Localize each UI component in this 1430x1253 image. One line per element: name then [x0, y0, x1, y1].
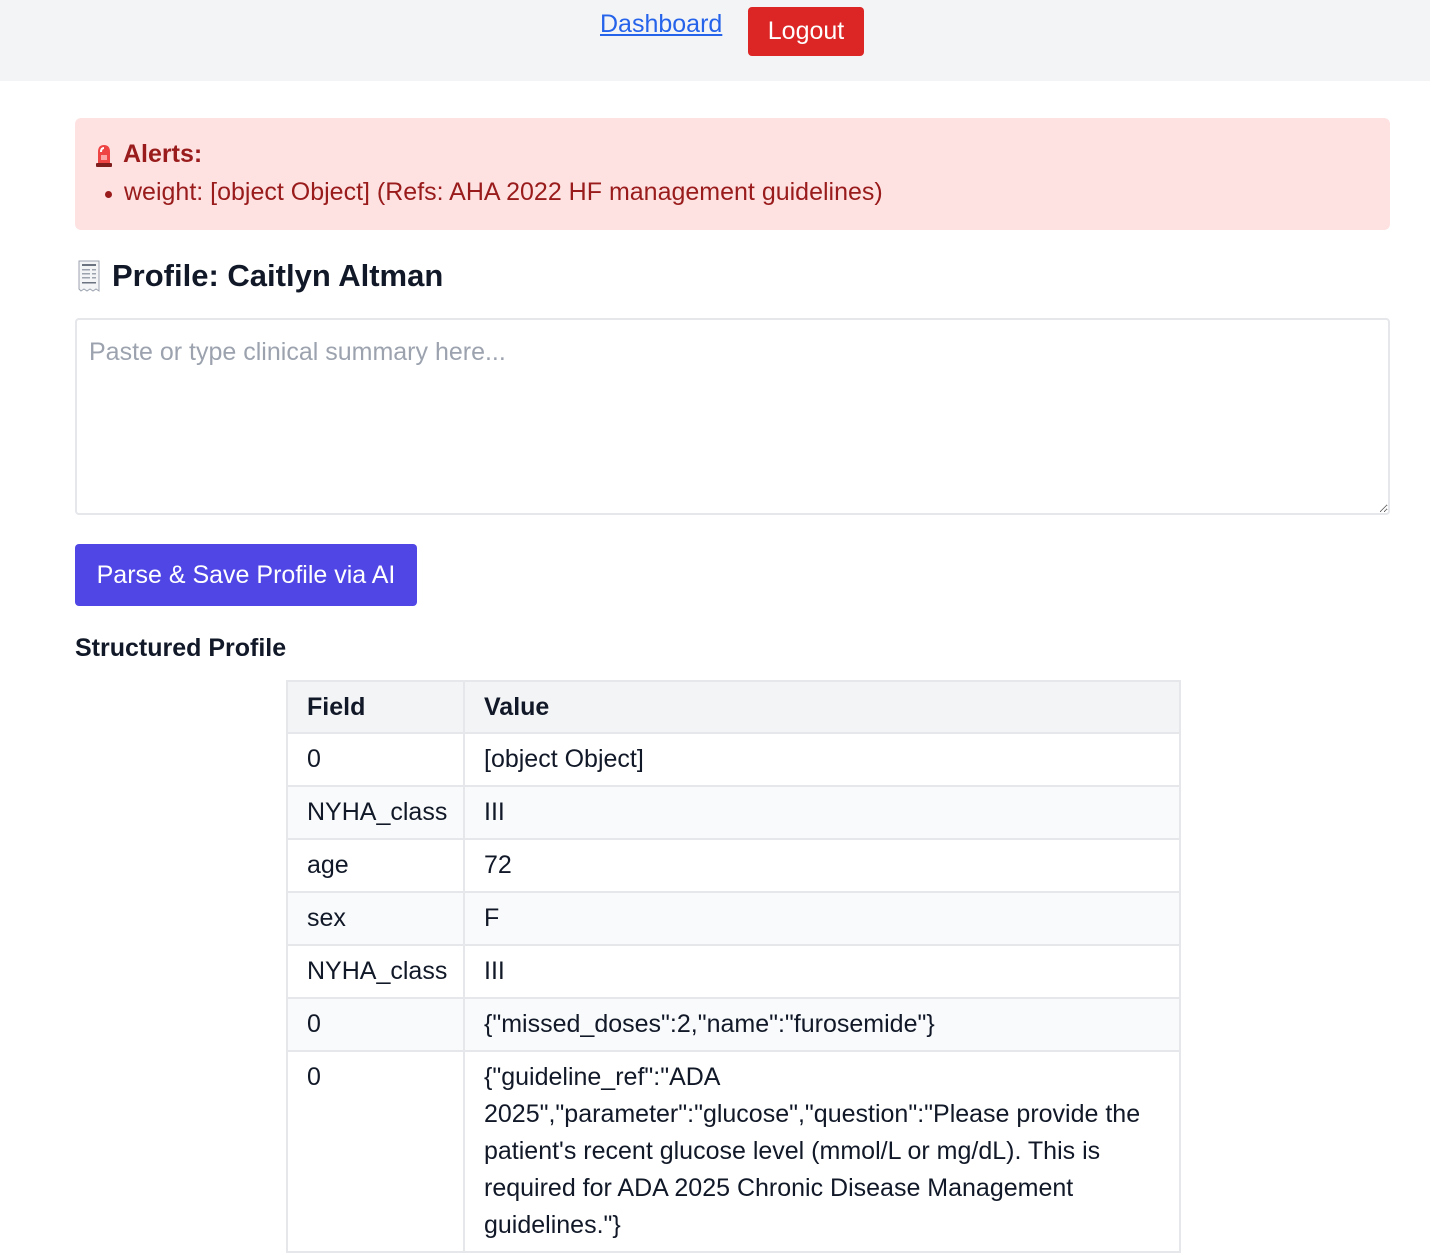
clinical-summary-textarea[interactable]	[75, 318, 1390, 515]
row-field: age	[286, 838, 465, 893]
table-row: 0 {"guideline_ref":"ADA 2025","parameter…	[286, 1050, 1181, 1253]
alert-item: weight: [object Object] (Refs: AHA 2022 …	[95, 178, 883, 207]
alerts-panel: Alerts: weight: [object Object] (Refs: A…	[75, 118, 1390, 230]
alerts-list: weight: [object Object] (Refs: AHA 2022 …	[95, 178, 883, 207]
structured-profile-table: Field Value 0 [object Object] NYHA_class…	[286, 680, 1181, 1253]
table-row: 0 [object Object]	[286, 732, 1181, 787]
profile-heading-text: Profile: Caitlyn Altman	[112, 258, 444, 293]
row-value: 72	[463, 838, 1181, 893]
structured-profile-title: Structured Profile	[75, 634, 287, 662]
parse-save-profile-button[interactable]: Parse & Save Profile via AI	[75, 544, 417, 606]
alerts-title-text: Alerts:	[123, 140, 203, 168]
row-value: {"guideline_ref":"ADA 2025","parameter":…	[463, 1050, 1181, 1253]
row-value: F	[463, 891, 1181, 946]
logout-button[interactable]: Logout	[748, 7, 864, 56]
table-header-row: Field Value	[286, 680, 1181, 734]
row-value: III	[463, 944, 1181, 999]
row-field: NYHA_class	[286, 944, 465, 999]
row-field: 0	[286, 1050, 465, 1253]
row-field: sex	[286, 891, 465, 946]
receipt-icon	[77, 260, 101, 292]
table-row: age 72	[286, 838, 1181, 893]
header-field: Field	[286, 680, 465, 734]
row-field: 0	[286, 732, 465, 787]
alerts-title: Alerts:	[95, 140, 202, 169]
row-value: [object Object]	[463, 732, 1181, 787]
row-field: 0	[286, 997, 465, 1052]
header-value: Value	[463, 680, 1181, 734]
table-row: sex F	[286, 891, 1181, 946]
top-navigation-bar: Dashboard Logout	[0, 0, 1430, 81]
row-value: {"missed_doses":2,"name":"furosemide"}	[463, 997, 1181, 1052]
row-field: NYHA_class	[286, 785, 465, 840]
profile-heading: Profile: Caitlyn Altman	[77, 258, 443, 294]
dashboard-link[interactable]: Dashboard	[600, 10, 722, 39]
row-value: III	[463, 785, 1181, 840]
table-row: 0 {"missed_doses":2,"name":"furosemide"}	[286, 997, 1181, 1052]
table-row: NYHA_class III	[286, 944, 1181, 999]
table-row: NYHA_class III	[286, 785, 1181, 840]
siren-icon	[95, 143, 113, 167]
